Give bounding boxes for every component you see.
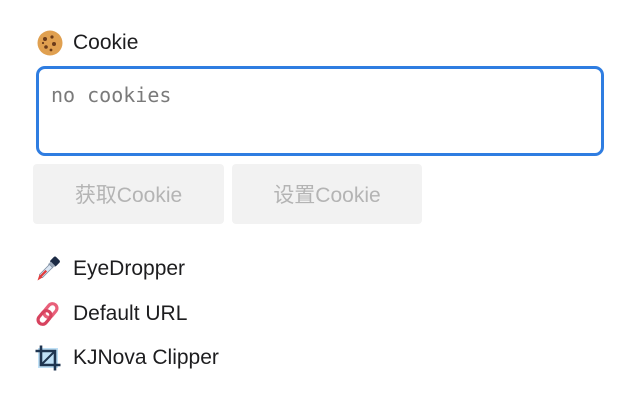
cookie-section-title: Cookie xyxy=(73,31,139,54)
clipper-label: KJNova Clipper xyxy=(73,346,219,369)
eyedropper-tool[interactable]: EyeDropper xyxy=(34,253,185,285)
cookie-icon xyxy=(36,29,64,57)
cookie-textarea[interactable] xyxy=(39,69,601,153)
get-cookie-button[interactable]: 获取Cookie xyxy=(33,164,224,224)
eyedropper-icon xyxy=(34,255,62,283)
get-cookie-button-label: 获取Cookie xyxy=(74,184,183,207)
crop-icon xyxy=(34,344,62,372)
default-url-tool[interactable]: Default URL xyxy=(34,298,187,330)
cookie-section-header: Cookie xyxy=(36,28,138,58)
set-cookie-button[interactable]: 设置Cookie xyxy=(232,164,422,224)
link-icon xyxy=(34,300,62,328)
popup-page: Cookie 获取Cookie 设置Cookie EyeDropper xyxy=(0,0,640,400)
default-url-label: Default URL xyxy=(73,302,188,325)
clipper-tool[interactable]: KJNova Clipper xyxy=(34,342,219,374)
eyedropper-label: EyeDropper xyxy=(73,257,186,280)
set-cookie-button-label: 设置Cookie xyxy=(273,184,381,207)
cookie-textarea-wrapper xyxy=(36,66,604,156)
